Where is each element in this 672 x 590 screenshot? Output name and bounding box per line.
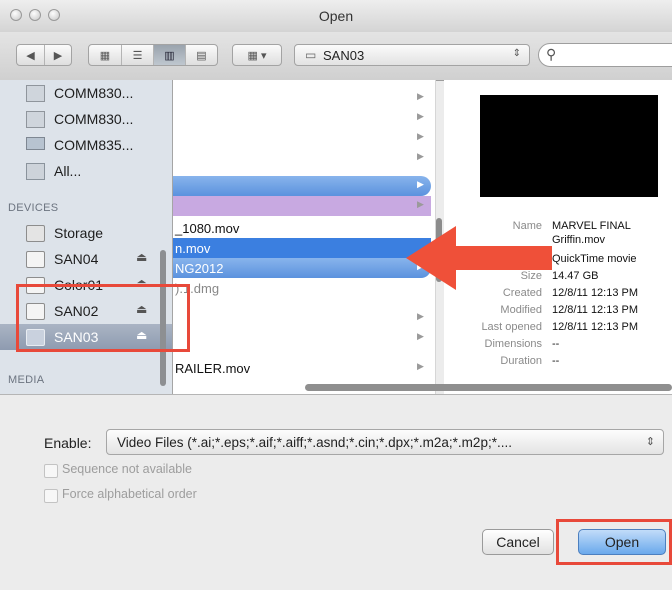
sidebar-item-comm835[interactable]: COMM835... [0,132,172,158]
highlight-box-sidebar [16,284,190,352]
red-arrow-annotation [406,226,552,290]
list-item[interactable]: ▶ [173,88,431,108]
list-item[interactable]: RAILER.mov ▶ [173,358,431,378]
column-view-icon: ▥ [164,49,175,62]
list-item[interactable]: ▶ [173,176,431,196]
devices-heading: DEVICES [8,202,59,214]
sidebar-item-san04[interactable]: SAN04 ⏏ [0,246,172,272]
media-heading: MEDIA [8,374,45,386]
sidebar-item-comm830-b[interactable]: COMM830... [0,106,172,132]
list-item-selected[interactable]: n.mov [173,238,431,258]
chevron-right-icon: ▶ [417,361,424,371]
chevron-right-icon: ▶ [417,131,424,141]
sequence-label: Sequence not available [62,462,192,476]
enable-label: Enable: [44,435,92,451]
list-item[interactable]: NG2012▶ [173,258,431,278]
eject-icon[interactable]: ⏏ [136,250,147,264]
chevron-right-icon: ▶ [417,179,424,189]
horizontal-scrollbar[interactable] [305,384,672,391]
toolbar: ◀ ▶ ▦ ☰ ▥ ▤ ▦ ▾ ▭ SAN03 ⇕ ⚲ [0,32,672,81]
popup-stepper-icon: ⇕ [645,436,655,448]
popup-stepper-icon: ⇕ [512,48,521,59]
disk-icon [26,251,45,268]
chevron-right-icon: ▶ [417,91,424,101]
list-item[interactable]: ▶ [173,308,431,328]
arrange-button[interactable]: ▦ ▾ [232,44,282,66]
drive-icon: ▭ [305,48,317,62]
cancel-button[interactable]: Cancel [482,529,554,555]
sidebar-item-all[interactable]: All... [0,158,172,184]
info-value: 12/8/11 12:13 PM [552,321,639,333]
highlight-box-open-button [556,519,672,565]
info-key: Modified [500,304,542,316]
location-popup[interactable]: ▭ SAN03 ⇕ [294,44,530,66]
chevron-right-icon: ▶ [417,151,424,161]
chevron-right-icon: ▶ [417,311,424,321]
info-value: MARVEL FINAL [552,220,631,232]
back-forward-control: ◀ ▶ [16,44,72,66]
server-icon [26,111,45,128]
file-type-popup[interactable]: Video Files (*.ai;*.eps;*.aif;*.aiff;*.a… [106,429,664,455]
list-item[interactable]: ▶ [173,328,431,348]
chevron-right-icon: ▶ [53,49,63,62]
info-value: -- [552,338,560,350]
sidebar-item-comm830-a[interactable]: COMM830... [0,80,172,106]
display-icon [26,137,45,150]
preview-thumbnail [480,95,658,197]
file-column: ▶ ▶ ▶ ▶ ▶ ▶ _1080.mov n.mov NG2012▶ ).1.… [173,80,436,394]
info-key: Last opened [481,321,542,333]
search-field[interactable]: ⚲ [538,43,672,67]
disk-icon [26,225,45,242]
sidebar-item-storage[interactable]: Storage [0,220,172,246]
list-item[interactable]: ▶ [173,196,431,216]
coverflow-view-button[interactable]: ▤ [185,45,217,65]
info-value: QuickTime movie [552,253,637,265]
chevron-right-icon: ▶ [417,111,424,121]
icon-view-icon: ▦ [99,49,111,62]
list-item[interactable]: ▶ [173,128,431,148]
server-icon [26,85,45,102]
arrange-dropdown-icon: ▾ [260,49,267,62]
column-view-button[interactable]: ▥ [153,45,185,65]
force-alphabetical-checkbox[interactable] [44,489,58,503]
sequence-checkbox[interactable] [44,464,58,478]
list-view-icon: ☰ [132,49,143,62]
list-view-button[interactable]: ☰ [121,45,153,65]
chevron-right-icon: ▶ [417,199,424,209]
location-label: SAN03 [323,48,365,63]
forward-button[interactable]: ▶ [44,45,71,65]
list-item[interactable]: ▶ [173,108,431,128]
icon-view-button[interactable]: ▦ [89,45,121,65]
window-title: Open [318,8,354,24]
title-bar: Open [0,0,672,33]
list-item[interactable]: _1080.mov [173,218,431,238]
force-alphabetical-label: Force alphabetical order [62,487,197,501]
info-key: Duration [500,355,542,367]
open-dialog: Open ◀ ▶ ▦ ☰ ▥ ▤ ▦ ▾ ▭ SAN03 ⇕ ⚲ COMM830… [0,0,672,590]
back-button[interactable]: ◀ [17,45,44,65]
file-type-value: Video Files (*.ai;*.eps;*.aif;*.aiff;*.a… [117,435,512,450]
network-icon [26,163,45,180]
chevron-right-icon: ▶ [417,331,424,341]
chevron-left-icon: ◀ [26,49,35,62]
coverflow-view-icon: ▤ [196,49,207,62]
list-item[interactable]: ▶ [173,148,431,168]
info-key: Dimensions [484,338,542,350]
info-value: -- [552,355,560,367]
view-mode-control: ▦ ☰ ▥ ▤ [88,44,218,66]
info-value: 12/8/11 12:13 PM [552,304,639,316]
info-value: 12/8/11 12:13 PM [552,287,639,299]
search-icon: ⚲ [546,46,557,62]
list-item[interactable]: ).1.dmg [173,278,431,298]
grid-arrange-icon: ▦ [247,49,258,62]
